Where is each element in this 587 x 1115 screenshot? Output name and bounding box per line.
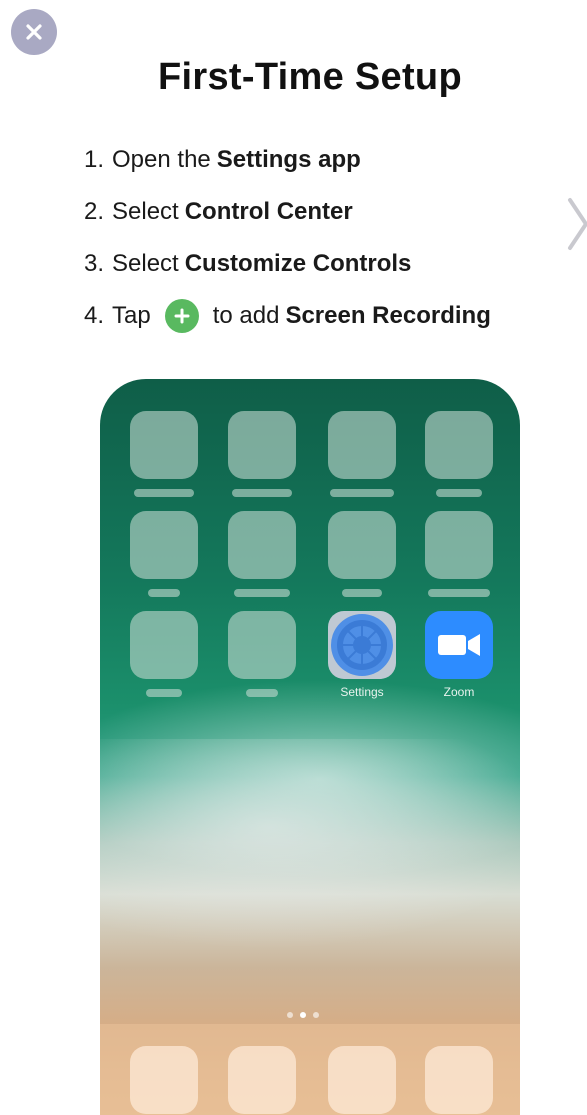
step-text: Select [112,198,179,225]
app-placeholder [228,611,296,679]
app-placeholder [425,511,493,579]
step-4: 4. Tap to add Screen Recording [84,290,491,342]
step-text: Tap [112,302,151,329]
zoom-app-label: Zoom [443,685,475,699]
chevron-right-icon[interactable] [566,196,587,252]
close-icon [26,24,42,40]
step-2: 2. Select Control Center [84,186,491,238]
step-number: 3. [84,250,105,277]
dock [100,1024,520,1115]
wallpaper-foam [100,739,520,959]
page-title: First-Time Setup [158,56,462,98]
label-placeholder [342,589,382,597]
page-dot-active [300,1012,306,1018]
settings-app-icon[interactable] [328,611,396,679]
step-emphasis: Settings app [216,146,361,173]
step-number: 2. [84,198,105,225]
step-emphasis: Screen Recording [285,302,491,329]
label-placeholder [234,589,290,597]
video-camera-icon [438,634,480,656]
step-text-suffix: to add [212,302,280,329]
dock-app-placeholder [425,1046,493,1114]
label-placeholder [232,489,292,497]
app-placeholder [228,511,296,579]
step-number: 1. [84,146,105,173]
page-dot [287,1012,293,1018]
app-placeholder [228,411,296,479]
step-emphasis: Control Center [184,198,353,225]
app-placeholder [328,511,396,579]
label-placeholder [148,589,180,597]
dock-app-placeholder [328,1046,396,1114]
app-placeholder [328,411,396,479]
gear-icon [331,614,393,676]
step-text: Select [112,250,179,277]
step-text: Open the [112,146,211,173]
setup-steps: 1. Open the Settings app 2. Select Contr… [84,134,491,342]
page-dot [313,1012,319,1018]
label-placeholder [146,689,182,697]
label-placeholder [428,589,490,597]
page-indicator [287,1012,319,1018]
plus-circle-icon [164,299,199,333]
label-placeholder [134,489,194,497]
step-emphasis: Customize Controls [184,250,412,277]
step-number: 4. [84,302,105,329]
dock-app-placeholder [130,1046,198,1114]
close-button[interactable] [11,9,57,55]
step-3: 3. Select Customize Controls [84,238,491,290]
app-placeholder [130,511,198,579]
app-placeholder [130,411,198,479]
label-placeholder [330,489,394,497]
step-1: 1. Open the Settings app [84,134,491,186]
app-placeholder [130,611,198,679]
label-placeholder [246,689,278,697]
zoom-app-icon[interactable] [425,611,493,679]
dock-app-placeholder [228,1046,296,1114]
label-placeholder [436,489,482,497]
phone-home-screen: Settings Zoom [100,379,520,1115]
app-placeholder [425,411,493,479]
settings-app-label: Settings [340,685,384,699]
